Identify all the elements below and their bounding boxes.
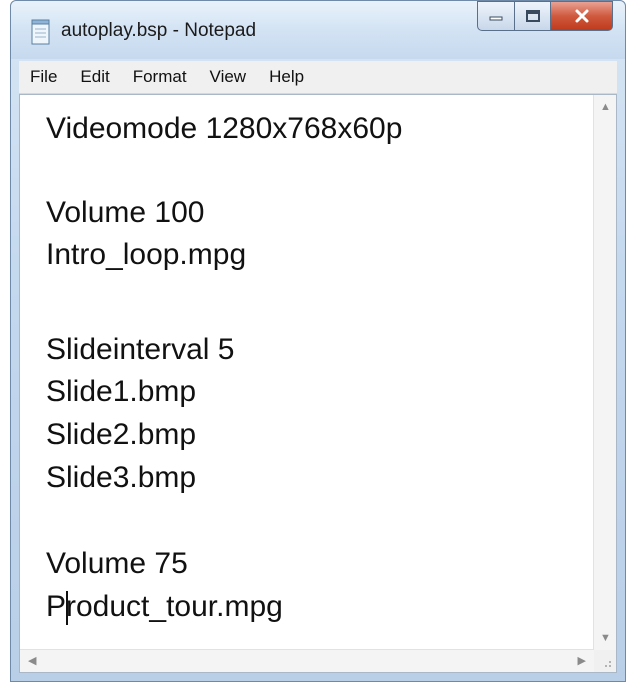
grip-dots-icon (605, 661, 611, 667)
text-area[interactable]: Videomode 1280x768x60p Volume 100 Intro_… (20, 95, 594, 650)
text-caret (66, 591, 68, 625)
close-button[interactable] (551, 1, 613, 31)
text-line[interactable]: Slide2.bmp (46, 415, 196, 455)
text-line[interactable]: Volume 100 (46, 193, 204, 233)
scroll-up-icon[interactable]: ▲ (600, 101, 611, 113)
window-title: autoplay.bsp - Notepad (61, 20, 257, 41)
text-line[interactable]: Videomode 1280x768x60p (46, 109, 402, 149)
maximize-icon (525, 10, 540, 22)
text-line[interactable]: Slide1.bmp (46, 372, 196, 412)
menu-bar: File Edit Format View Help (19, 61, 617, 94)
minimize-button[interactable] (477, 1, 515, 31)
scroll-left-icon[interactable]: ◀ (28, 654, 36, 667)
resize-grip-icon[interactable] (594, 650, 616, 672)
scroll-right-icon[interactable]: ▶ (578, 654, 586, 667)
scroll-down-icon[interactable]: ▼ (600, 632, 611, 644)
menu-format[interactable]: Format (122, 67, 199, 87)
notepad-window: autoplay.bsp - Notepad File Edit Format … (10, 0, 626, 682)
notepad-icon (31, 19, 50, 45)
caption-buttons (477, 1, 613, 35)
text-editor[interactable]: Videomode 1280x768x60p Volume 100 Intro_… (19, 94, 617, 673)
text-line[interactable]: Slideinterval 5 (46, 330, 234, 370)
vertical-scrollbar[interactable]: ▲ ▼ (593, 95, 616, 650)
text-line[interactable]: Slide3.bmp (46, 458, 196, 498)
horizontal-scrollbar[interactable]: ◀ ▶ (20, 649, 594, 672)
text-line[interactable]: Product_tour.mpg (46, 587, 283, 627)
close-icon (575, 9, 588, 23)
text-line[interactable]: Volume 75 (46, 544, 188, 584)
title-bar[interactable]: autoplay.bsp - Notepad (11, 1, 625, 59)
menu-view[interactable]: View (199, 67, 259, 87)
minimize-icon (489, 16, 503, 21)
menu-help[interactable]: Help (258, 67, 316, 87)
menu-file[interactable]: File (19, 67, 69, 87)
menu-edit[interactable]: Edit (69, 67, 121, 87)
maximize-button[interactable] (515, 1, 551, 31)
text-line[interactable]: Intro_loop.mpg (46, 235, 246, 275)
